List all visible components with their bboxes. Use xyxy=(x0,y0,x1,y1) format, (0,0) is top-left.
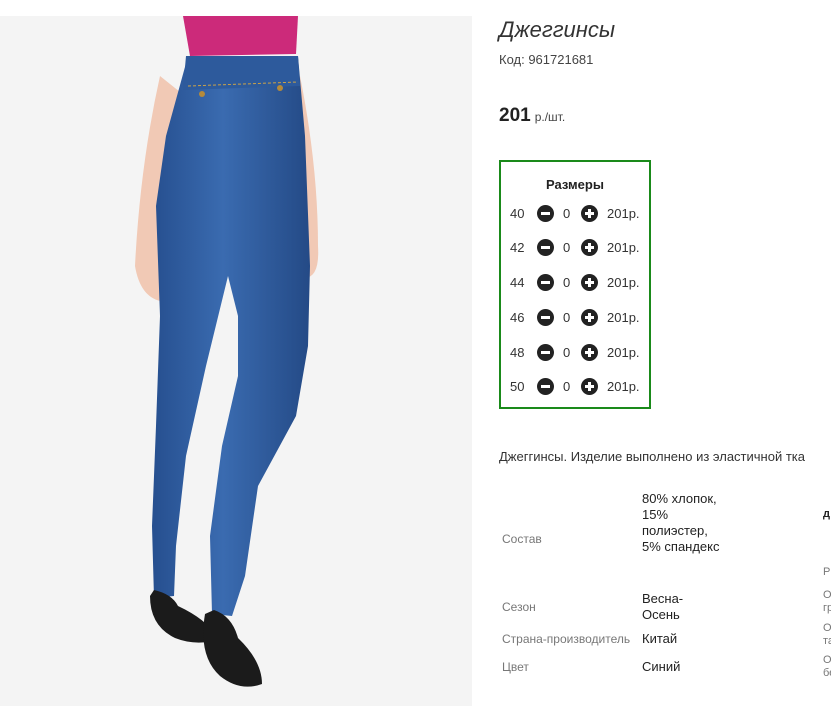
sizes-panel: Размеры 40 0 201р. 42 0 201р. 44 0 201р.… xyxy=(499,160,651,409)
increase-quantity-button[interactable] xyxy=(581,344,598,361)
quantity-value: 0 xyxy=(563,206,571,221)
decrease-quantity-button[interactable] xyxy=(537,309,554,326)
cutoff-text: бе xyxy=(823,667,831,679)
attribute-label-season: Сезон xyxy=(502,600,536,614)
size-row: 42 0 201р. xyxy=(501,238,651,258)
attribute-value-composition: 80% хлопок, 15% полиэстер, 5% спандекс xyxy=(642,491,720,554)
quantity-value: 0 xyxy=(563,310,571,325)
attribute-value-color: Синий xyxy=(642,659,681,674)
increase-quantity-button[interactable] xyxy=(581,239,598,256)
size-price: 201р. xyxy=(607,206,640,221)
size-label: 42 xyxy=(510,240,525,255)
decrease-quantity-button[interactable] xyxy=(537,344,554,361)
size-label: 50 xyxy=(510,379,525,394)
attribute-value-country: Китай xyxy=(642,631,678,646)
attribute-label-composition: Состав xyxy=(502,532,542,546)
cutoff-text: та xyxy=(823,635,831,647)
decrease-quantity-button[interactable] xyxy=(537,378,554,395)
increase-quantity-button[interactable] xyxy=(581,274,598,291)
cutoff-text: О xyxy=(823,589,831,601)
increase-quantity-button[interactable] xyxy=(581,309,598,326)
jeggings-illustration xyxy=(0,16,472,706)
product-code: Код: 961721681 xyxy=(499,52,594,67)
size-price: 201р. xyxy=(607,240,640,255)
increase-quantity-button[interactable] xyxy=(581,378,598,395)
size-row: 40 0 201р. xyxy=(501,204,651,224)
quantity-value: 0 xyxy=(563,240,571,255)
size-label: 44 xyxy=(510,275,525,290)
price-value: 201 xyxy=(499,105,531,126)
size-row: 48 0 201р. xyxy=(501,343,651,363)
quantity-value: 0 xyxy=(563,345,571,360)
cutoff-text: О xyxy=(823,622,831,634)
decrease-quantity-button[interactable] xyxy=(537,239,554,256)
product-photo[interactable] xyxy=(0,16,472,706)
size-price: 201р. xyxy=(607,275,640,290)
attribute-label-country: Страна-производитель xyxy=(502,632,631,646)
product-description: Джеггинсы. Изделие выполнено из эластичн… xyxy=(499,449,805,464)
cutoff-text: Р xyxy=(823,566,831,578)
decrease-quantity-button[interactable] xyxy=(537,205,554,222)
price-unit: р./шт. xyxy=(534,110,566,124)
decrease-quantity-button[interactable] xyxy=(537,274,554,291)
attribute-label-color: Цвет xyxy=(502,660,529,674)
sizes-title: Размеры xyxy=(546,177,604,192)
size-row: 50 0 201р. xyxy=(501,377,651,397)
increase-quantity-button[interactable] xyxy=(581,205,598,222)
size-label: 48 xyxy=(510,345,525,360)
product-price: 201 р./шт. xyxy=(499,105,565,127)
attribute-value-season: Весна-Осень xyxy=(642,591,684,622)
size-price: 201р. xyxy=(607,310,640,325)
quantity-value: 0 xyxy=(563,379,571,394)
size-price: 201р. xyxy=(607,345,640,360)
quantity-value: 0 xyxy=(563,275,571,290)
size-label: 46 xyxy=(510,310,525,325)
cutoff-text: д xyxy=(823,508,830,520)
product-title: Джеггинсы xyxy=(499,17,616,42)
size-price: 201р. xyxy=(607,379,640,394)
size-label: 40 xyxy=(510,206,525,221)
size-row: 46 0 201р. xyxy=(501,308,651,328)
cutoff-text: О xyxy=(823,654,831,666)
size-row: 44 0 201р. xyxy=(501,273,651,293)
cutoff-text: гр xyxy=(823,602,831,614)
